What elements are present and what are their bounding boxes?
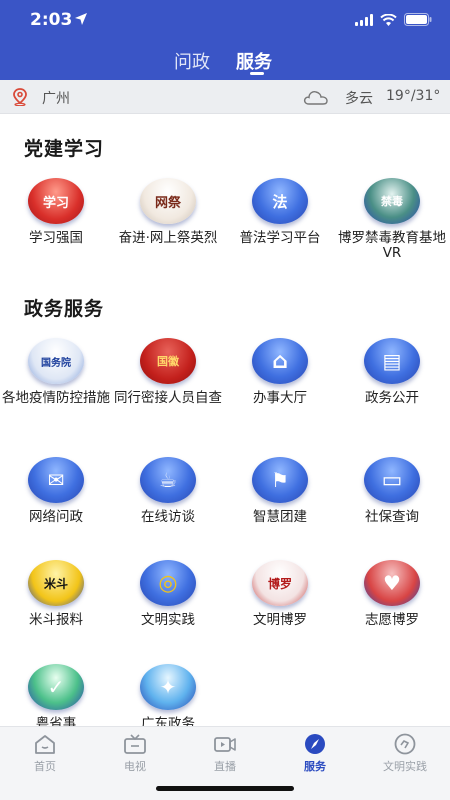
signal-icon [355,13,373,26]
service-yueshengshi[interactable]: ✓ 粤省事 [0,664,112,732]
civilization-practice-icon: ◎ [140,560,196,606]
nav-home[interactable]: 首页 [0,733,90,774]
service-volunteer-boluo[interactable]: ♥ 志愿博罗 [336,560,448,628]
national-emblem-icon: 国徽 [140,338,196,384]
tab-wenzheng[interactable]: 问政 [174,48,210,74]
weather-condition: 多云 [345,91,373,107]
service-xuexi-qiangguo[interactable]: 学习 学习强国 [0,178,112,246]
service-midou-report[interactable]: 米斗 米斗报料 [0,560,112,628]
coffee-cup-icon: ☕ [140,457,196,503]
yueshengshi-icon: ✓ [28,664,84,710]
nav-service[interactable]: 服务 [270,733,360,774]
weather-bar: 广州 多云 19°/31° [0,80,450,114]
volunteer-icon: ♥ [364,560,420,606]
status-bar: 2:03 [0,0,450,44]
service-close-contact-check[interactable]: 国徽 同行密接人员自查 [112,338,224,406]
service-smart-league[interactable]: ⚑ 智慧团建 [224,457,336,525]
city-name[interactable]: 广州 [42,88,70,108]
service-law[interactable]: 法 普法学习平台 [224,178,336,246]
battery-icon [404,13,432,26]
nav-civilization-practice[interactable]: 文明实践 [360,733,450,774]
service-social-security[interactable]: ▭ 社保查询 [336,457,448,525]
service-anti-drug[interactable]: 禁毒 博罗禁毒教育基地VR [336,178,448,261]
service-memorial[interactable]: 网祭 奋进·网上祭英烈 [112,178,224,246]
section-title-zhengwu: 政务服务 [24,298,105,320]
service-civilization-practice[interactable]: ◎ 文明实践 [112,560,224,628]
practice-icon [394,733,416,755]
midou-icon: 米斗 [28,560,84,606]
wifi-icon [380,13,397,26]
state-council-icon: 国务院 [28,338,84,384]
nav-tv[interactable]: 电视 [90,733,180,774]
service-epidemic-measures[interactable]: 国务院 各地疫情防控措施 [0,338,112,406]
active-tab-indicator [250,72,264,75]
service-civilization-boluo[interactable]: 博罗 文明博罗 [224,560,336,628]
message-screen-icon: ▤ [364,338,420,384]
home-icon [35,735,55,754]
tv-icon [124,734,146,754]
system-icons [355,13,432,26]
home-indicator [156,786,294,791]
header-tabs: 问政 服务 [0,44,450,80]
xuexi-qiangguo-icon: 学习 [28,178,84,224]
top-header: 2:03 问政 服务 [0,0,450,80]
flag-icon: ⚑ [252,457,308,503]
memorial-icon: 网祭 [140,178,196,224]
section-title-dangjian: 党建学习 [24,138,105,160]
service-gov-disclosure[interactable]: ▤ 政务公开 [336,338,448,406]
status-time: 2:03 [30,10,73,30]
guangdong-gov-icon: ✦ [140,664,196,710]
id-card-icon: ▭ [364,457,420,503]
service-guangdong-gov[interactable]: ✦ 广东政务 [112,664,224,732]
house-icon: ⌂ [252,338,308,384]
location-pin-icon [13,88,27,106]
chat-bubble-icon: ✉ [28,457,84,503]
service-office-hall[interactable]: ⌂ 办事大厅 [224,338,336,406]
cloud-icon [303,91,328,105]
anti-drug-emblem-icon: 禁毒 [364,178,420,224]
nav-live[interactable]: 直播 [180,733,270,774]
tab-fuwu[interactable]: 服务 [236,48,272,74]
service-online-interview[interactable]: ☕ 在线访谈 [112,457,224,525]
location-arrow-icon [75,13,87,25]
temperature-range: 19°/31° [386,88,441,104]
service-online-inquiry[interactable]: ✉ 网络问政 [0,457,112,525]
compass-icon [305,734,325,754]
law-icon: 法 [252,178,308,224]
live-camera-icon [214,737,236,752]
civilization-boluo-icon: 博罗 [252,560,308,606]
